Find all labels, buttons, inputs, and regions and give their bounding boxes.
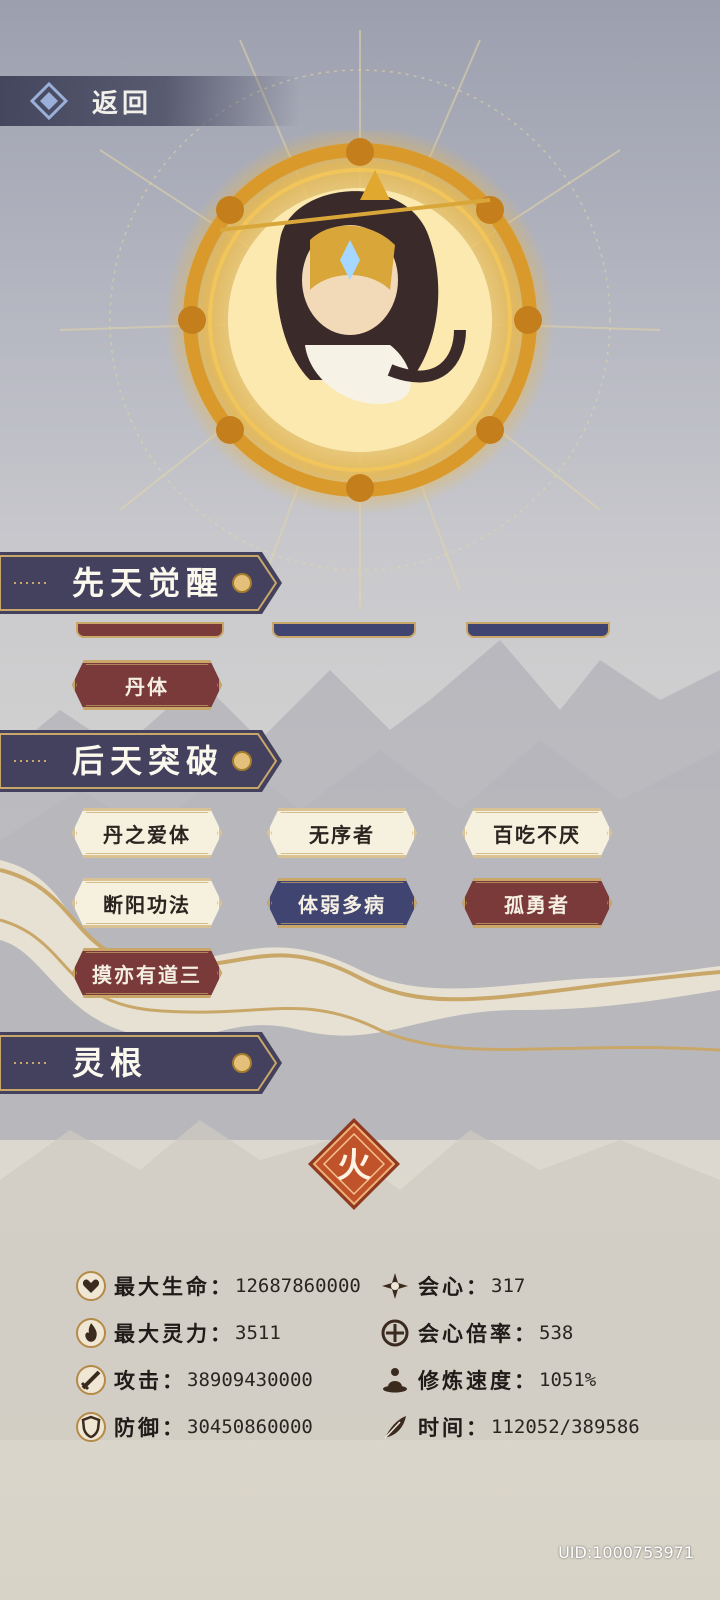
tag-acquired-5[interactable]: 体弱多病 (267, 878, 417, 928)
stat-label: 时间 (418, 1415, 466, 1440)
stat-value: 538 (539, 1322, 574, 1344)
stat-value: 12687860000 (235, 1275, 361, 1297)
stat-value: 30450860000 (187, 1416, 313, 1438)
section-title: 灵根 (72, 1044, 149, 1082)
tag-partial[interactable] (272, 622, 416, 638)
sword-icon (76, 1365, 106, 1395)
tag-label: 摸亦有道三 (92, 962, 202, 987)
stat-attack: 攻击： 38909430000 (76, 1360, 313, 1400)
section-title: 先天觉醒 (72, 564, 225, 602)
shield-icon (76, 1412, 106, 1442)
tag-acquired-2[interactable]: 无序者 (267, 808, 417, 858)
tag-acquired-4[interactable]: 断阳功法 (72, 878, 222, 928)
stat-defense: 防御： 30450860000 (76, 1407, 313, 1447)
stat-label: 攻击 (114, 1368, 162, 1393)
meditate-icon (383, 1368, 407, 1393)
fire-root-emblem[interactable]: 火 (306, 1116, 402, 1212)
tag-label: 百吃不厌 (493, 822, 581, 847)
stat-label: 修炼速度 (418, 1368, 514, 1393)
diamond-arrow-icon (29, 81, 69, 121)
tag-acquired-7[interactable]: 摸亦有道三 (72, 948, 222, 998)
tag-partial[interactable] (76, 622, 224, 638)
feather-icon (384, 1416, 406, 1439)
stat-crit: 会心： 317 (380, 1266, 525, 1306)
stat-label: 会心 (418, 1274, 466, 1299)
tag-label: 体弱多病 (298, 892, 386, 917)
stat-label: 防御 (114, 1415, 162, 1440)
stat-cultivation-speed: 修炼速度： 1051% (380, 1360, 596, 1400)
back-label: 返回 (92, 88, 153, 119)
tag-label: 孤勇者 (504, 892, 570, 917)
stat-value: 112052/389586 (491, 1416, 640, 1438)
tag-label: 断阳功法 (103, 892, 191, 917)
crit-star-icon (382, 1273, 408, 1299)
tag-dan-body[interactable]: 丹体 (72, 660, 222, 710)
section-header-acquired: 后天突破 (0, 730, 282, 792)
section-header-innate: 先天觉醒 (0, 552, 282, 614)
tag-label: 无序者 (309, 822, 375, 847)
section-header-spirit-root: 灵根 (0, 1032, 282, 1094)
section-title: 后天突破 (72, 742, 225, 780)
stat-time: 时间： 112052/389586 (380, 1407, 640, 1447)
character-avatar (165, 130, 555, 515)
stat-max-spirit: 最大灵力： 3511 (76, 1313, 281, 1353)
tag-label: 丹体 (125, 674, 169, 699)
stat-value: 3511 (235, 1322, 281, 1344)
stat-label: 会心倍率 (418, 1321, 514, 1346)
flame-icon (76, 1318, 106, 1348)
stat-value: 317 (491, 1275, 526, 1297)
fire-element-label: 火 (337, 1146, 371, 1186)
heart-icon (76, 1271, 106, 1301)
stat-label: 最大生命 (114, 1274, 210, 1299)
tag-acquired-1[interactable]: 丹之爱体 (72, 808, 222, 858)
stat-label: 最大灵力 (114, 1321, 210, 1346)
crit-ratio-icon (381, 1319, 409, 1347)
uid-label: UID:1000753971 (558, 1543, 694, 1562)
tag-acquired-3[interactable]: 百吃不厌 (462, 808, 612, 858)
stat-max-hp: 最大生命： 12687860000 (76, 1266, 361, 1306)
back-button[interactable]: 返回 (0, 76, 300, 126)
stat-value: 38909430000 (187, 1369, 313, 1391)
tag-acquired-6[interactable]: 孤勇者 (462, 878, 612, 928)
tag-partial[interactable] (466, 622, 610, 638)
tag-label: 丹之爱体 (103, 822, 191, 847)
stat-value: 1051% (539, 1369, 597, 1391)
stat-crit-ratio: 会心倍率： 538 (380, 1313, 573, 1353)
